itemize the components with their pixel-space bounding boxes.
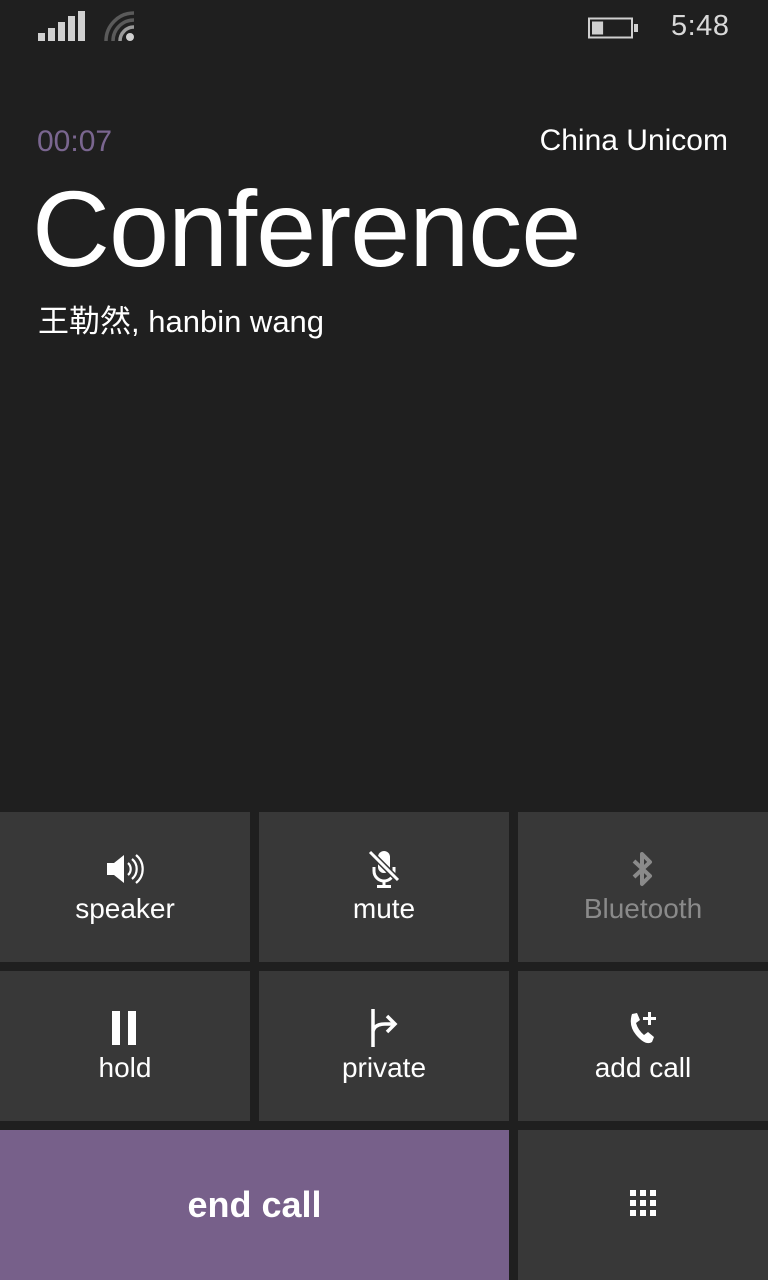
private-button[interactable]: private [259,971,509,1121]
phone-add-icon [626,1008,660,1048]
keypad-button[interactable] [518,1130,768,1280]
battery-icon [588,17,638,39]
speaker-icon [105,849,145,889]
keypad-icon [628,1183,658,1223]
microphone-muted-icon [367,849,401,889]
pause-icon [110,1008,140,1048]
mute-label: mute [352,893,416,924]
mute-button[interactable]: mute [259,812,509,962]
speaker-button[interactable]: speaker [0,812,250,962]
split-arrow-icon [367,1008,401,1048]
call-participants: 王勒然, hanbin wang [38,304,325,339]
speaker-label: speaker [75,893,175,924]
status-time: 5:48 [671,10,730,42]
bluetooth-icon [630,849,656,889]
hold-label: hold [98,1052,152,1083]
add-call-label: add call [594,1052,692,1083]
hold-button[interactable]: hold [0,971,250,1121]
carrier-name: China Unicom [539,124,728,157]
cellular-signal-icon [38,11,86,41]
call-title: Conference [32,168,581,289]
end-call-button[interactable]: end call [0,1130,509,1280]
status-bar: 5:48 [0,0,768,60]
bluetooth-label: Bluetooth [583,893,703,924]
private-label: private [341,1052,427,1083]
wifi-icon [104,11,135,42]
add-call-button[interactable]: add call [518,971,768,1121]
call-duration: 00:07 [37,125,113,158]
end-call-label: end call [187,1184,322,1225]
bluetooth-button[interactable]: Bluetooth [518,812,768,962]
